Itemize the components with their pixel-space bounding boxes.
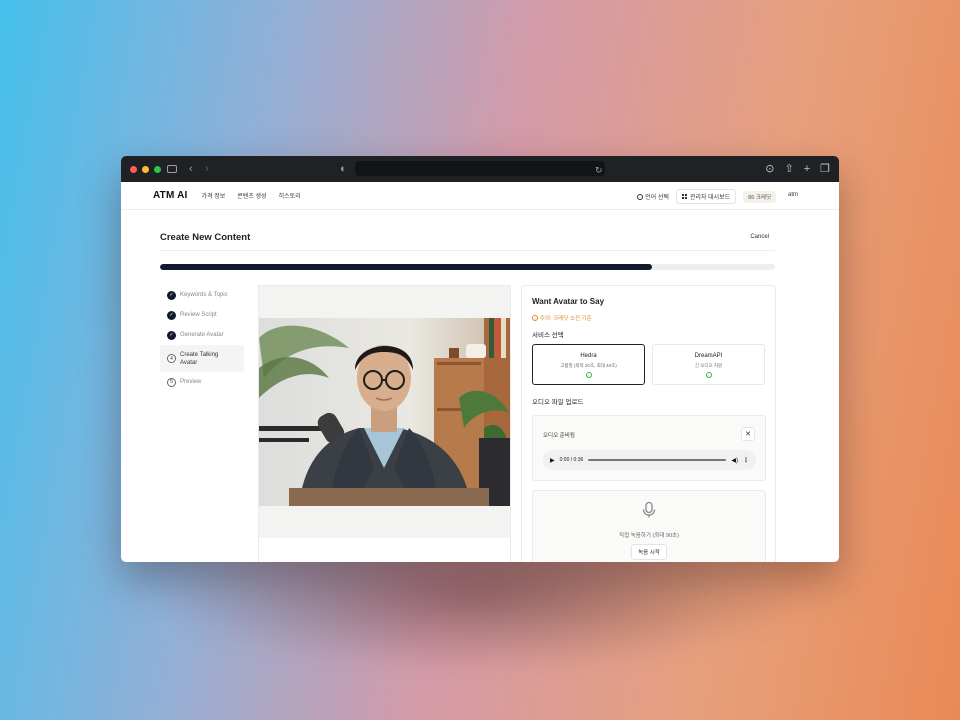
browser-titlebar: ‹ › ◐ ↻ ⊙ ⇧ + ❐: [121, 156, 839, 182]
address-bar[interactable]: [355, 161, 605, 176]
service-description: 고품질 (최적 20초, 최대 40초): [560, 363, 617, 368]
check-icon: ✓: [167, 290, 176, 300]
talking-avatar-form: Want Avatar to Say ! 주의: 크레딧 소진 기준 서비스 선…: [521, 285, 776, 562]
audio-upload-box: 오디오 준비됨 ✕ ▶ 0:00 / 0:36 ◀) ⋮: [532, 415, 766, 481]
warning-clock-icon: !: [532, 315, 538, 321]
audio-upload-label: 오디오 파일 업로드: [532, 399, 584, 406]
close-window-button[interactable]: [130, 165, 137, 173]
avatar-video-frame: [259, 286, 510, 538]
admin-dashboard-button[interactable]: 관리자 대시보드: [675, 189, 737, 204]
sidebar-toggle-icon[interactable]: [167, 165, 177, 173]
audio-player: ▶ 0:00 / 0:36 ◀) ⋮: [543, 450, 756, 470]
audio-seek-bar[interactable]: [588, 459, 727, 461]
navbar-right: 언어 선택 관리자 대시보드 86 크레딧 atm: [637, 189, 798, 204]
wizard-progress-bar: [160, 264, 775, 270]
remove-audio-button[interactable]: ✕: [741, 427, 755, 441]
reload-icon[interactable]: ↻: [595, 163, 603, 177]
service-name: Hedra: [580, 353, 597, 359]
window-controls: [130, 165, 161, 173]
app-navbar: ATM AI 가격 정보 콘텐츠 생성 히스토리 언어 선택 관리자 대시보드 …: [121, 182, 839, 210]
nav-history[interactable]: 히스토리: [279, 191, 301, 200]
step-preview[interactable]: 5 Preview: [160, 372, 244, 392]
microphone-icon: [642, 501, 656, 518]
admin-dashboard-label: 관리자 대시보드: [689, 195, 731, 201]
page-title: Create New Content: [160, 232, 251, 243]
service-select-label: 서비스 선택: [532, 332, 564, 339]
start-recording-button[interactable]: 녹음 시작: [631, 544, 667, 560]
form-title: Want Avatar to Say: [532, 297, 605, 306]
download-icon[interactable]: ⊙: [765, 162, 774, 176]
check-circle-icon: ✓: [585, 372, 592, 378]
credits-badge: 86 크레딧: [743, 190, 776, 203]
check-icon: ✓: [167, 310, 176, 320]
user-menu[interactable]: atm: [788, 192, 798, 198]
avatar-preview-panel: [258, 285, 511, 562]
play-icon[interactable]: ▶: [550, 457, 555, 464]
credit-warning-text: 주의: 크레딧 소진 기준: [540, 316, 592, 322]
language-selector[interactable]: 언어 선택: [637, 192, 669, 201]
more-options-icon[interactable]: ⋮: [743, 457, 749, 464]
browser-window: ‹ › ◐ ↻ ⊙ ⇧ + ❐ ATM AI 가격 정보 콘텐츠 생성 히스토리…: [121, 156, 839, 562]
minimize-window-button[interactable]: [142, 165, 149, 173]
back-arrow-icon[interactable]: ‹: [189, 162, 193, 176]
audio-ready-status: 오디오 준비됨: [543, 433, 575, 439]
avatar-image: [259, 318, 510, 506]
step-keywords-topic[interactable]: ✓ Keywords & Topic: [160, 285, 244, 305]
share-icon[interactable]: ⇧: [784, 162, 793, 176]
language-label: 언어 선택: [645, 195, 669, 201]
record-label: 직접 녹음하기 (최대 90초): [619, 533, 679, 539]
nav-create-content[interactable]: 콘텐츠 생성: [237, 191, 266, 200]
credit-warning: ! 주의: 크레딧 소진 기준: [532, 314, 592, 322]
check-circle-icon: ✓: [705, 372, 712, 378]
close-icon: ✕: [745, 431, 751, 438]
step-label: Review Script: [180, 312, 217, 318]
audio-time: 0:00 / 0:36: [559, 457, 584, 463]
step-number: 4: [167, 354, 176, 363]
new-tab-icon[interactable]: +: [804, 162, 810, 176]
privacy-shield-icon[interactable]: ◐: [340, 162, 347, 176]
grid-icon: [681, 194, 687, 199]
step-generate-avatar[interactable]: ✓ Generate Avatar: [160, 325, 244, 345]
step-number: 5: [167, 377, 176, 387]
step-label: Create Talking Avatar: [180, 351, 219, 366]
volume-icon[interactable]: ◀): [731, 457, 738, 464]
service-option-hedra[interactable]: Hedra 고품질 (최적 20초, 최대 40초) ✓: [532, 344, 645, 385]
forward-arrow-icon[interactable]: ›: [205, 162, 209, 176]
wizard-steps: ✓ Keywords & Topic ✓ Review Script ✓ Gen…: [160, 285, 244, 392]
avatar-portrait-illustration: [259, 318, 510, 506]
maximize-window-button[interactable]: [154, 165, 161, 173]
globe-icon: [637, 193, 644, 200]
step-review-script[interactable]: ✓ Review Script: [160, 305, 244, 325]
service-description: 긴 오디오 지원: [694, 363, 723, 368]
cancel-button[interactable]: Cancel: [750, 234, 769, 240]
tab-overview-icon[interactable]: ❐: [820, 162, 830, 176]
record-audio-box: 직접 녹음하기 (최대 90초) 녹음 시작: [532, 490, 766, 562]
step-label: Preview: [180, 379, 202, 385]
step-create-talking-avatar[interactable]: 4 Create Talking Avatar: [160, 345, 244, 372]
page-header: Create New Content Cancel: [160, 231, 775, 251]
wizard-progress-fill: [160, 264, 652, 270]
check-icon: ✓: [167, 330, 176, 340]
service-name: DreamAPI: [694, 353, 723, 359]
step-label: Generate Avatar: [180, 332, 224, 338]
browser-toolbar-right: ⊙ ⇧ + ❐: [765, 162, 830, 176]
nav-pricing[interactable]: 가격 정보: [202, 191, 226, 200]
brand-logo[interactable]: ATM AI: [153, 190, 188, 201]
step-label: Keywords & Topic: [180, 292, 228, 298]
service-option-dreamapi[interactable]: DreamAPI 긴 오디오 지원 ✓: [652, 344, 765, 385]
